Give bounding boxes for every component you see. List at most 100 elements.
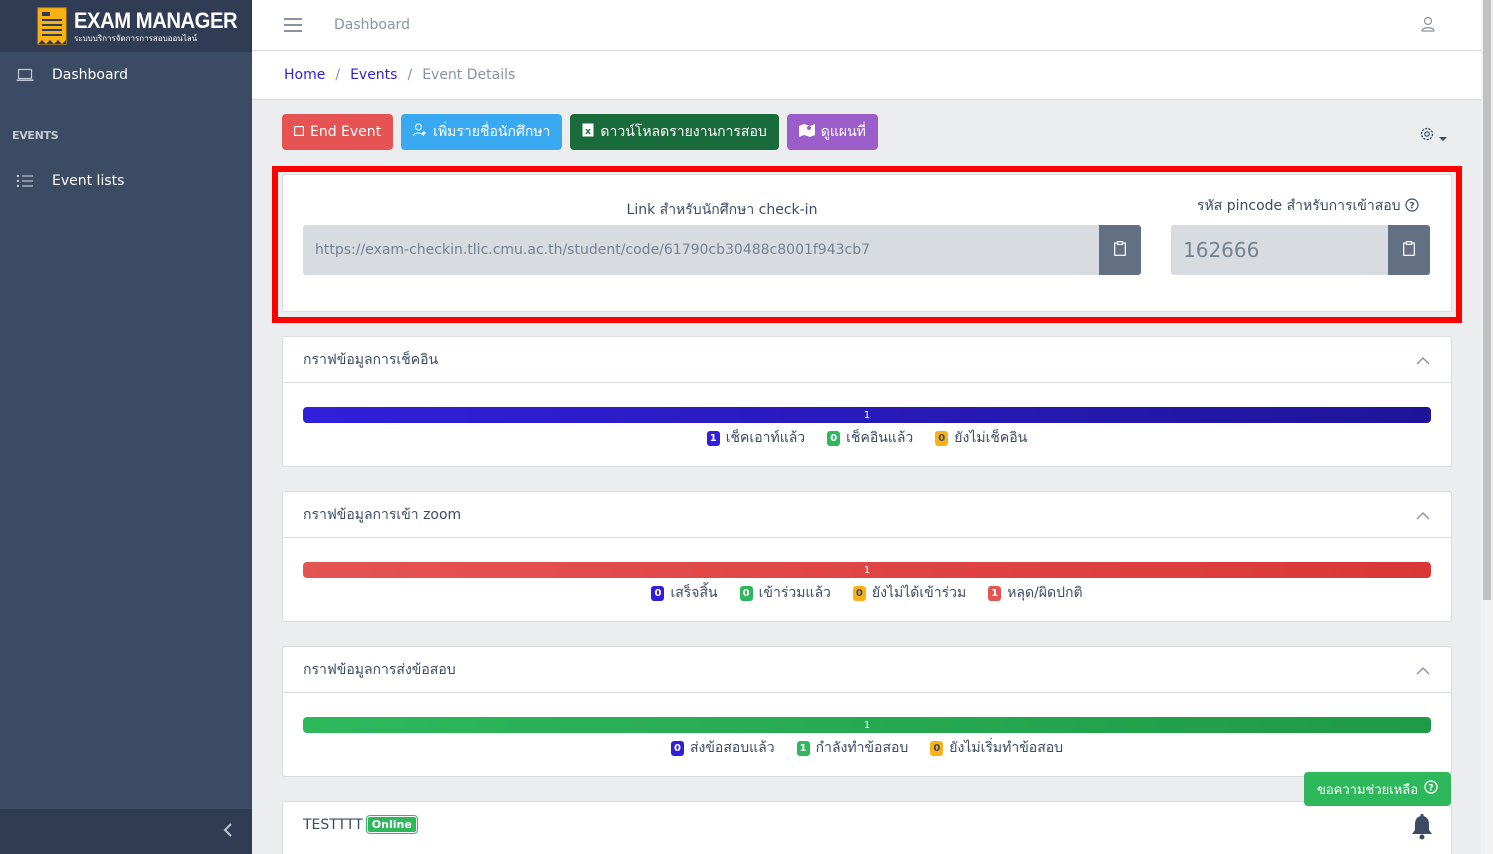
svg-text:x: x (586, 127, 592, 137)
legend-item: 0 เช็คอินแล้ว (827, 427, 913, 449)
breadcrumb: Home / Events / Event Details (252, 51, 1481, 99)
participant-card: TESTTTT Online (282, 801, 1452, 854)
legend-label: ส่งข้อสอบแล้ว (689, 740, 775, 756)
download-report-button[interactable]: x ดาวน์โหลดรายงานการสอบ (570, 114, 779, 150)
participant-name: TESTTTT Online (303, 816, 417, 833)
add-students-button[interactable]: เพิ่มรายชื่อนักศึกษา (401, 114, 563, 150)
header: Dashboard Home / Events / Event Details (252, 0, 1481, 100)
chart-legend: 0 ส่งข้อสอบแล้ว 1 กำลังทำข้อสอบ 0 ยังไม่เริ… (283, 737, 1451, 759)
bell-icon[interactable] (1411, 814, 1433, 844)
chevron-left-icon (222, 822, 234, 842)
sidebar-item-event-lists[interactable]: Event lists (0, 158, 252, 204)
count-badge: 0 (651, 585, 665, 601)
add-students-label: เพิ่มรายชื่อนักศึกษา (433, 124, 551, 140)
count-badge: 0 (739, 585, 753, 601)
count-badge: 0 (827, 430, 841, 446)
chart-legend: 0 เสร็จสิ้น 0 เข้าร่วมแล้ว 0 ยังไม่ได้เข้าร… (283, 582, 1451, 604)
sidebar-minimize-button[interactable] (0, 809, 252, 854)
breadcrumb-separator: / (407, 67, 413, 83)
card-title: กราฟข้อมูลการเช็คอิน (303, 351, 439, 368)
sidebar-item-label: Event lists (52, 173, 125, 189)
card-title: กราฟข้อมูลการส่งข้อสอบ (303, 661, 456, 678)
legend-label: หลุด/ผิดปกติ (1007, 585, 1083, 601)
legend-item: 0 ยังไม่เริ่มทำข้อสอบ (930, 737, 1063, 759)
action-toolbar: End Event เพิ่มรายชื่อนักศึกษา x ดาวน์โห… (282, 114, 878, 150)
card-header[interactable]: กราฟข้อมูลการเช็คอิน (283, 337, 1451, 383)
card-header[interactable]: กราฟข้อมูลการส่งข้อสอบ (283, 647, 1451, 693)
view-map-button[interactable]: ดูแผนที่ (786, 114, 878, 150)
legend-label: เสร็จสิ้น (670, 585, 718, 601)
breadcrumb-current: Event Details (422, 67, 516, 83)
count-badge: 0 (935, 430, 949, 446)
count-badge: 1 (796, 740, 810, 756)
settings-dropdown[interactable] (1419, 126, 1447, 146)
breadcrumb-home[interactable]: Home (284, 67, 325, 83)
chevron-up-icon[interactable] (1415, 663, 1431, 679)
help-circle-icon: ? (1424, 780, 1438, 798)
map-icon (798, 123, 815, 141)
chart-legend: 1 เช็คเอาท์แล้ว 0 เช็คอินแล้ว 0 ยังไม่เช็คอ… (283, 427, 1451, 449)
card-header[interactable]: กราฟข้อมูลการเข้า zoom (283, 492, 1451, 538)
end-event-label: End Event (310, 124, 382, 140)
sidebar-section-title: EVENTS (12, 128, 59, 142)
zoom-chart-card: กราฟข้อมูลการเข้า zoom 1 0 เสร็จสิ้น 0 เข้… (282, 491, 1452, 622)
laptop-icon (16, 68, 34, 82)
count-badge: 1 (706, 430, 720, 446)
chevron-up-icon[interactable] (1415, 353, 1431, 369)
view-map-label: ดูแผนที่ (820, 124, 866, 140)
main-content: End Event เพิ่มรายชื่อนักศึกษา x ดาวน์โห… (252, 100, 1481, 854)
brand[interactable]: EXAM MANAGER ระบบบริการจัดการการสอบออนไล… (0, 0, 252, 52)
highlight-box (272, 166, 1462, 323)
chevron-up-icon[interactable] (1415, 508, 1431, 524)
end-event-button[interactable]: End Event (282, 114, 394, 150)
checkin-chart-card: กราฟข้อมูลการเช็คอิน 1 1 เช็คเอาท์แล้ว 0เ… (282, 336, 1452, 467)
exam-paper-logo-icon (36, 6, 68, 46)
svg-text:?: ? (1428, 784, 1433, 794)
page-scrollbar[interactable] (1481, 0, 1493, 854)
progress-bar: 1 (303, 407, 1431, 423)
brand-subtitle: ระบบบริการจัดการการสอบออนไลน์ (74, 33, 198, 43)
sidebar-item-label: Dashboard (52, 67, 128, 83)
legend-item: 1 หลุด/ผิดปกติ (988, 582, 1083, 604)
legend-label: ยังไม่ได้เข้าร่วม (871, 585, 967, 601)
help-button[interactable]: ขอความช่วยเหลือ ? (1304, 772, 1451, 806)
legend-label: เข้าร่วมแล้ว (758, 585, 831, 601)
legend-item: 0 ยังไม่ได้เข้าร่วม (852, 582, 967, 604)
count-badge: 0 (852, 585, 866, 601)
legend-label: ยังไม่เช็คอิน (954, 430, 1028, 446)
help-label: ขอความช่วยเหลือ (1316, 782, 1419, 798)
user-add-icon (413, 123, 427, 141)
legend-item: 0 ยังไม่เช็คอิน (935, 427, 1027, 449)
legend-label: ยังไม่เริ่มทำข้อสอบ (949, 740, 1064, 756)
caret-down-icon (1439, 127, 1447, 146)
card-title: กราฟข้อมูลการเข้า zoom (303, 506, 462, 523)
legend-item: 0 เสร็จสิ้น (651, 582, 718, 604)
download-report-label: ดาวน์โหลดรายงานการสอบ (600, 124, 767, 140)
legend-item: 0 ส่งข้อสอบแล้ว (670, 737, 775, 759)
list-icon (16, 174, 34, 188)
header-dashboard-link[interactable]: Dashboard (334, 17, 410, 33)
excel-file-icon: x (582, 123, 594, 141)
menu-toggle-icon[interactable] (284, 18, 302, 32)
count-badge: 1 (988, 585, 1002, 601)
sidebar-item-dashboard[interactable]: Dashboard (0, 52, 252, 98)
sidebar: EXAM MANAGER ระบบบริการจัดการการสอบออนไล… (0, 0, 252, 854)
submission-chart-card: กราฟข้อมูลการส่งข้อสอบ 1 0 ส่งข้อสอบแล้ว … (282, 646, 1452, 777)
legend-item: 0 เข้าร่วมแล้ว (739, 582, 831, 604)
brand-title: EXAM MANAGER (74, 7, 238, 33)
status-badge: Online (366, 816, 417, 833)
legend-item: 1 กำลังทำข้อสอบ (796, 737, 909, 759)
gear-icon (1419, 126, 1435, 146)
progress-bar: 1 (303, 717, 1431, 733)
legend-label: เช็คอินแล้ว (846, 430, 914, 446)
square-icon (294, 124, 305, 140)
participant-name-text: TESTTTT (303, 816, 363, 833)
user-icon[interactable] (1421, 16, 1435, 36)
scrollbar-thumb[interactable] (1483, 0, 1491, 600)
breadcrumb-separator: / (335, 67, 341, 83)
progress-bar: 1 (303, 562, 1431, 578)
legend-label: กำลังทำข้อสอบ (815, 740, 909, 756)
breadcrumb-events[interactable]: Events (350, 67, 397, 83)
count-badge: 0 (670, 740, 684, 756)
legend-item: 1 เช็คเอาท์แล้ว (706, 427, 805, 449)
